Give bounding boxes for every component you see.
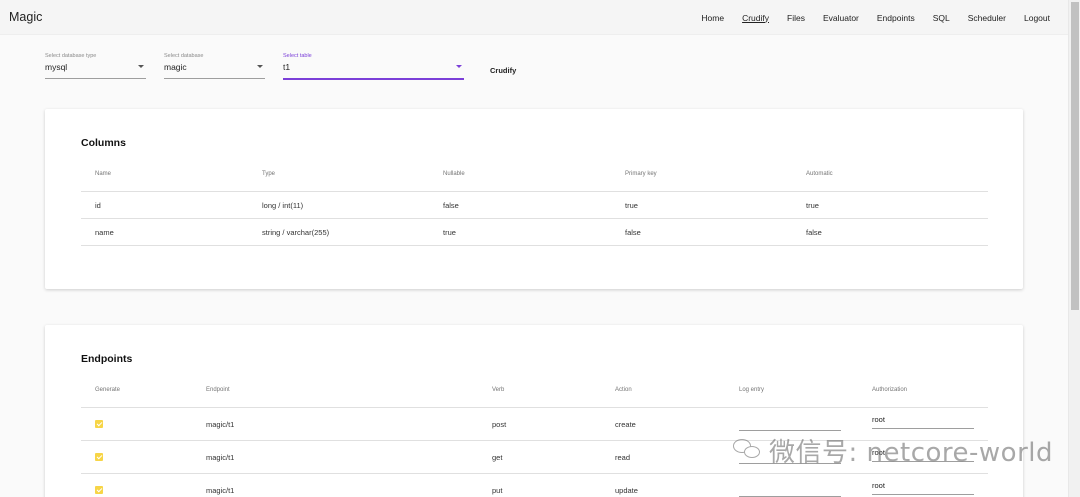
cell-nullable: false: [443, 201, 459, 210]
header-automatic: Automatic: [806, 171, 833, 177]
chevron-down-icon: [456, 65, 462, 68]
header-authorization: Authorization: [872, 387, 908, 393]
cell-type: string / varchar(255): [262, 228, 330, 237]
nav-sql[interactable]: SQL: [933, 13, 950, 23]
scrollbar-thumb[interactable]: [1071, 2, 1079, 310]
table-row: id long / int(11) false true true: [81, 192, 988, 219]
chevron-down-icon: [138, 65, 144, 68]
database-select[interactable]: Select database magic: [164, 53, 265, 79]
header-nullable: Nullable: [443, 171, 465, 177]
app-title: Magic: [9, 10, 43, 24]
main-nav: Home Crudify Files Evaluator Endpoints S…: [683, 0, 1050, 35]
chevron-down-icon: [257, 65, 263, 68]
vertical-scrollbar[interactable]: [1068, 0, 1080, 497]
columns-title: Columns: [81, 137, 126, 149]
cell-endpoint: magic/t1: [206, 420, 235, 429]
select-underline: [45, 78, 146, 79]
cell-verb: put: [492, 486, 503, 495]
table-header-row: Name Type Nullable Primary key Automatic: [81, 159, 988, 192]
cell-name: name: [95, 228, 114, 237]
nav-crudify[interactable]: Crudify: [742, 13, 769, 23]
cell-action: create: [615, 420, 636, 429]
header-generate: Generate: [95, 387, 121, 393]
columns-card: Columns Name Type Nullable Primary key A…: [45, 109, 1023, 289]
cell-primary-key: true: [625, 201, 638, 210]
checkbox-checked-icon[interactable]: [95, 486, 103, 494]
cell-type: long / int(11): [262, 201, 304, 210]
log-entry-input[interactable]: [739, 483, 841, 497]
wechat-icon: [733, 437, 763, 463]
nav-logout[interactable]: Logout: [1024, 13, 1050, 23]
cell-verb: post: [492, 420, 507, 429]
database-type-select[interactable]: Select database type mysql: [45, 53, 146, 79]
cell-action: read: [615, 453, 631, 462]
header-endpoint: Endpoint: [206, 387, 230, 393]
cell-primary-key: false: [625, 228, 641, 237]
cell-name: id: [95, 201, 101, 210]
authorization-input[interactable]: root: [872, 481, 974, 495]
select-underline: [164, 78, 265, 79]
authorization-input[interactable]: root: [872, 415, 974, 429]
database-label: Select database: [164, 53, 204, 59]
nav-evaluator[interactable]: Evaluator: [823, 13, 859, 23]
cell-action: update: [615, 486, 638, 495]
cell-automatic: false: [806, 228, 822, 237]
cell-automatic: true: [806, 201, 819, 210]
cell-endpoint: magic/t1: [206, 453, 235, 462]
table-row: name string / varchar(255) true false fa…: [81, 219, 988, 246]
header-verb: Verb: [492, 387, 505, 393]
header-name: Name: [95, 171, 112, 177]
table-value: t1: [283, 62, 291, 72]
log-entry-input[interactable]: [739, 417, 841, 431]
endpoints-title: Endpoints: [81, 353, 133, 365]
select-underline: [283, 78, 464, 80]
crudify-button[interactable]: Crudify: [484, 64, 522, 77]
watermark-text: 微信号: netcore-world: [769, 437, 1053, 468]
header-action: Action: [615, 387, 632, 393]
checkbox-checked-icon[interactable]: [95, 453, 103, 461]
watermark: 微信号: netcore-world: [733, 430, 1053, 470]
top-toolbar: Magic Home Crudify Files Evaluator Endpo…: [0, 0, 1068, 35]
table-header-row: Generate Endpoint Verb Action Log entry …: [81, 375, 988, 408]
database-value: magic: [164, 62, 187, 72]
checkbox-checked-icon[interactable]: [95, 420, 103, 428]
header-type: Type: [262, 171, 276, 177]
table-select[interactable]: Select table t1: [283, 53, 464, 80]
nav-scheduler[interactable]: Scheduler: [968, 13, 1006, 23]
database-type-label: Select database type: [45, 53, 97, 59]
cell-endpoint: magic/t1: [206, 486, 235, 495]
table-label: Select table: [283, 53, 312, 59]
columns-table: Name Type Nullable Primary key Automatic…: [81, 159, 988, 246]
cell-verb: get: [492, 453, 503, 462]
nav-home[interactable]: Home: [701, 13, 724, 23]
table-row: magic/t1 put update root: [81, 474, 988, 497]
nav-endpoints[interactable]: Endpoints: [877, 13, 915, 23]
cell-nullable: true: [443, 228, 456, 237]
nav-files[interactable]: Files: [787, 13, 805, 23]
database-type-value: mysql: [45, 62, 68, 72]
header-primary-key: Primary key: [625, 171, 657, 177]
header-log-entry: Log entry: [739, 387, 765, 393]
endpoints-card: Endpoints Generate Endpoint Verb Action …: [45, 325, 1023, 497]
